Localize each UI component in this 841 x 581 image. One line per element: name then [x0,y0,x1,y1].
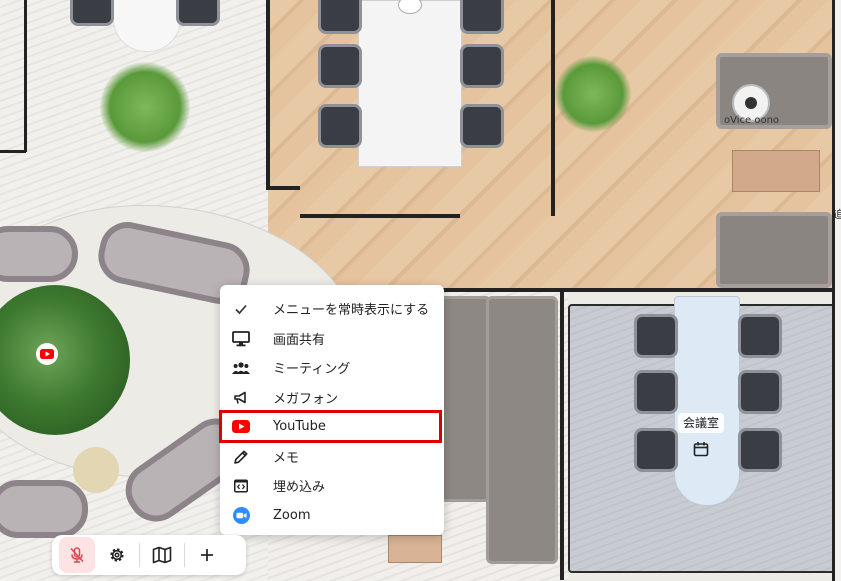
menu-item-always-show[interactable]: メニューを常時表示にする [220,294,444,323]
sofa [0,480,88,538]
menu-item-megaphone[interactable]: メガフォン [220,383,444,412]
toolbar-divider [139,543,140,567]
meeting-table [674,296,740,506]
avatar-icon [745,97,757,109]
calendar-icon[interactable] [692,440,710,458]
menu-item-label: 画面共有 [273,333,326,348]
chair [738,370,782,414]
monitor-icon [232,330,250,348]
settings-button[interactable] [99,537,135,573]
menu-item-label: メガフォン [273,392,339,407]
sofa [716,212,832,288]
zoom-icon [232,507,250,525]
plant [555,56,631,132]
megaphone-icon [232,389,250,407]
check-icon [232,300,250,318]
chair [634,370,678,414]
chair [738,314,782,358]
bottom-toolbar [52,535,246,575]
pencil-icon [232,448,250,466]
youtube-icon [40,349,54,359]
embed-icon [232,477,250,495]
menu-item-memo[interactable]: メモ [220,442,444,471]
coffee-table [732,150,820,192]
toolbar-divider [184,543,185,567]
user-name: oVice oono [724,115,780,126]
sofa [486,296,558,564]
round-table [73,447,119,493]
wall [266,0,270,190]
gear-icon [110,548,124,562]
wall [266,186,300,190]
mic-muted-icon [70,547,84,563]
chair [318,44,362,88]
side-cut-text: 追 [833,208,841,221]
chair [318,104,362,148]
wall [440,288,835,292]
menu-item-label: メニューを常時表示にする [273,303,430,318]
sofa [440,296,490,502]
highlight-box [219,410,442,443]
wall [300,214,460,218]
mic-toggle-button[interactable] [59,537,95,573]
chair [634,428,678,472]
map-button[interactable] [144,537,180,573]
sofa [0,226,78,282]
wall [0,150,26,153]
wall [551,0,555,216]
desk [358,0,462,167]
wall [24,0,27,152]
chair [176,0,220,26]
chair [460,104,504,148]
menu-item-label: Zoom [273,508,311,523]
add-button[interactable] [189,537,225,573]
meeting-room-label: 会議室 [678,413,724,433]
chair [70,0,114,26]
people-icon [232,359,250,377]
plant [100,62,190,152]
menu-item-zoom[interactable]: Zoom [220,501,444,530]
menu-item-embed[interactable]: 埋め込み [220,471,444,500]
youtube-object[interactable] [36,343,58,365]
chair [738,428,782,472]
chair [460,44,504,88]
wall [560,290,564,580]
menu-item-meeting[interactable]: ミーティング [220,353,444,382]
chair [634,314,678,358]
map-icon [152,546,172,564]
chair [318,0,362,34]
menu-item-screen-share[interactable]: 画面共有 [220,324,444,353]
chair [460,0,504,34]
menu-item-label: 埋め込み [273,480,326,495]
side-table [388,535,442,563]
plus-icon [201,549,213,561]
menu-item-label: メモ [273,451,300,466]
menu-item-label: ミーティング [273,362,351,377]
